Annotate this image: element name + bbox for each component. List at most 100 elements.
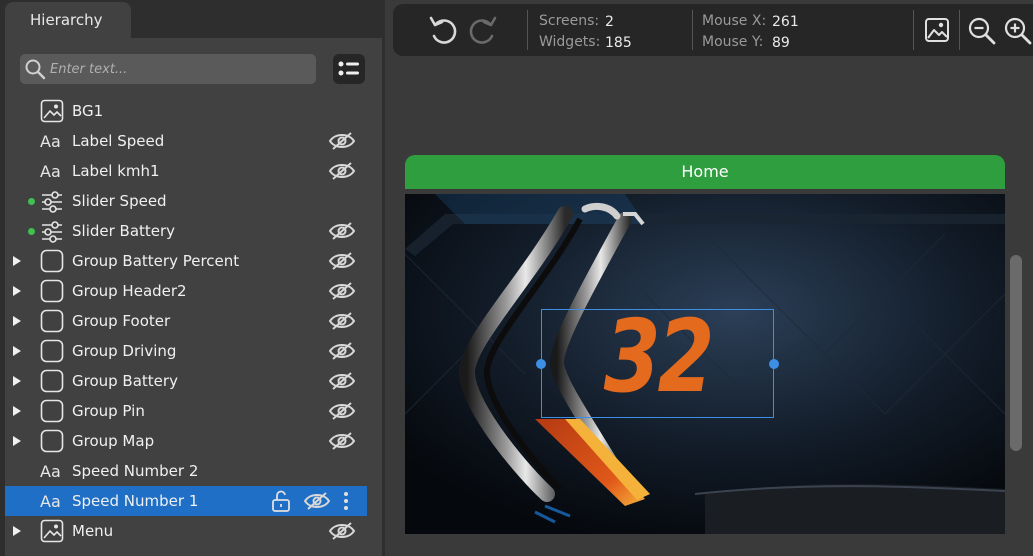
widgets-count: 185 (605, 35, 632, 51)
active-dot-icon (28, 198, 35, 205)
tab-hierarchy[interactable]: Hierarchy (5, 2, 131, 40)
expand-arrow-icon[interactable] (13, 436, 21, 446)
tree-row[interactable]: BG1 (5, 96, 367, 126)
screens-count: 2 (605, 14, 614, 30)
svg-text:Aa: Aa (40, 162, 61, 181)
mouse-y-label: Mouse Y: (702, 34, 764, 50)
mouse-y-value: 89 (772, 35, 790, 51)
slider-icon (40, 189, 64, 213)
visibility-hidden-icon[interactable] (303, 490, 331, 512)
expand-arrow-icon[interactable] (13, 256, 21, 266)
resize-handle-left[interactable] (536, 359, 546, 369)
expand-arrow-icon[interactable] (13, 376, 21, 386)
tree-row-label: Group Map (72, 432, 155, 450)
tree-row-label: BG1 (72, 102, 104, 120)
tree-row[interactable]: Slider Speed (5, 186, 367, 216)
tree-row[interactable]: Aa Label kmh1 (5, 156, 367, 186)
screen-canvas[interactable]: 32 (405, 194, 1005, 534)
search-icon (25, 59, 46, 80)
expand-arrow-icon[interactable] (13, 526, 21, 536)
tree-row[interactable]: Aa Speed Number 2 (5, 456, 367, 486)
group-icon (40, 249, 64, 273)
tree-row-label: Slider Battery (72, 222, 176, 240)
expand-arrow-icon[interactable] (13, 346, 21, 356)
list-icon (338, 61, 359, 76)
image-icon[interactable] (923, 16, 951, 44)
group-icon (40, 399, 64, 423)
group-icon (40, 339, 64, 363)
tree-row[interactable]: Group Pin (5, 396, 367, 426)
toolbar-separator (913, 10, 914, 50)
hierarchy-panel: Hierarchy BG1 Aa Label Speed Aa Label kmh1 Sl… (0, 0, 385, 556)
tree-row[interactable]: Menu (5, 516, 367, 546)
tree-row-label: Speed Number 2 (72, 462, 199, 480)
group-icon (40, 309, 64, 333)
tree-row[interactable]: Aa Label Speed (5, 126, 367, 156)
screens-label: Screens: (539, 13, 600, 29)
tree-row-label: Speed Number 1 (72, 492, 199, 510)
text-icon: Aa (40, 159, 64, 183)
visibility-hidden-icon[interactable] (328, 160, 356, 182)
tree-row[interactable]: Group Battery (5, 366, 367, 396)
tree-row[interactable]: Group Battery Percent (5, 246, 367, 276)
tree-row[interactable]: Group Map (5, 426, 367, 456)
tree-row-label: Menu (72, 522, 114, 540)
group-icon (40, 429, 64, 453)
tree-row-label: Group Driving (72, 342, 177, 360)
image-icon (40, 99, 64, 123)
selection-box[interactable] (541, 309, 774, 418)
expand-arrow-icon[interactable] (13, 286, 21, 296)
expand-arrow-icon[interactable] (13, 406, 21, 416)
resize-handle-right[interactable] (769, 359, 779, 369)
canvas-scrollbar[interactable] (1010, 255, 1022, 451)
search-box[interactable] (20, 54, 316, 84)
visibility-hidden-icon[interactable] (328, 340, 356, 362)
visibility-hidden-icon[interactable] (328, 220, 356, 242)
text-icon: Aa (40, 489, 64, 513)
undo-icon[interactable] (427, 14, 461, 46)
redo-icon[interactable] (465, 14, 499, 46)
visibility-hidden-icon[interactable] (328, 370, 356, 392)
zoom-in-icon[interactable] (1003, 16, 1033, 46)
visibility-hidden-icon[interactable] (328, 430, 356, 452)
screen-header-home[interactable]: Home (405, 155, 1005, 189)
visibility-hidden-icon[interactable] (328, 310, 356, 332)
visibility-hidden-icon[interactable] (328, 130, 356, 152)
visibility-hidden-icon[interactable] (328, 250, 356, 272)
tree-row-label: Label kmh1 (72, 162, 160, 180)
tree-row[interactable]: Group Header2 (5, 276, 367, 306)
toolbar-separator (959, 10, 960, 50)
slider-icon (40, 219, 64, 243)
visibility-hidden-icon[interactable] (328, 400, 356, 422)
tree-row[interactable]: Slider Battery (5, 216, 367, 246)
svg-text:Aa: Aa (40, 462, 61, 481)
visibility-hidden-icon[interactable] (328, 520, 356, 542)
text-icon: Aa (40, 129, 64, 153)
expand-arrow-icon[interactable] (13, 316, 21, 326)
list-view-button[interactable] (333, 54, 365, 84)
svg-text:Aa: Aa (40, 492, 61, 511)
tree-row[interactable]: Aa Speed Number 1 (5, 486, 367, 516)
more-options-icon[interactable] (338, 490, 354, 512)
toolbar-separator (692, 10, 693, 50)
image-icon (40, 519, 64, 543)
toolbar-separator (527, 10, 528, 50)
tree-row[interactable]: Group Driving (5, 336, 367, 366)
search-input[interactable] (50, 57, 310, 81)
tree-row-label: Group Battery (72, 372, 178, 390)
tree-row[interactable]: Group Footer (5, 306, 367, 336)
tree-row-label: Slider Speed (72, 192, 167, 210)
tree-row-label: Group Battery Percent (72, 252, 240, 270)
svg-text:Aa: Aa (40, 132, 61, 151)
group-icon (40, 279, 64, 303)
hierarchy-tree: BG1 Aa Label Speed Aa Label kmh1 Slider Speed… (5, 96, 382, 546)
active-dot-icon (28, 228, 35, 235)
tree-row-label: Label Speed (72, 132, 165, 150)
visibility-hidden-icon[interactable] (328, 280, 356, 302)
tree-row-label: Group Footer (72, 312, 171, 330)
zoom-out-icon[interactable] (967, 16, 997, 46)
tree-row-label: Group Header2 (72, 282, 187, 300)
group-icon (40, 369, 64, 393)
mouse-x-value: 261 (772, 14, 799, 30)
unlock-icon[interactable] (271, 490, 291, 512)
